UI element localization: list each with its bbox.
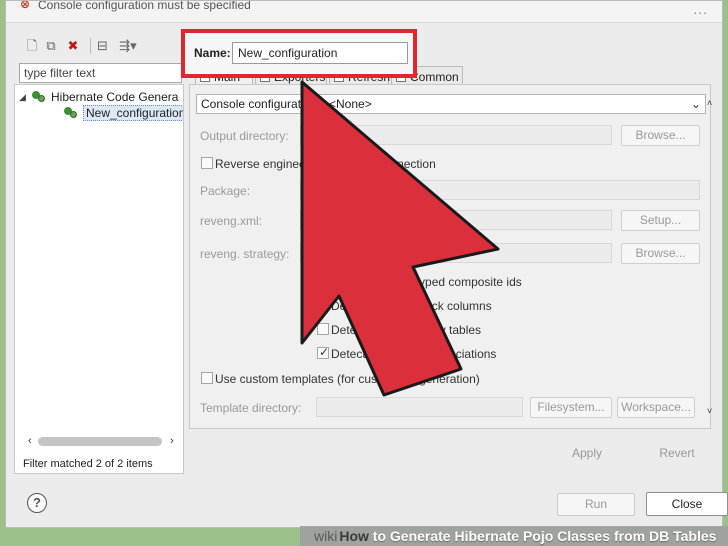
name-highlight-box: Name: New_configuration bbox=[181, 29, 417, 78]
wiki-logo: wiki bbox=[314, 528, 338, 544]
red-arrow-annotation bbox=[300, 80, 500, 397]
banner-title: to Generate Hibernate Pojo Classes from … bbox=[368, 528, 717, 544]
wikihow-banner: wiki How to Generate Hibernate Pojo Class… bbox=[300, 526, 728, 546]
name-input[interactable]: New_configuration bbox=[232, 42, 408, 64]
name-label: Name: bbox=[194, 46, 231, 60]
pointer-arrow-icon bbox=[300, 80, 500, 397]
how-word: How bbox=[339, 528, 369, 544]
